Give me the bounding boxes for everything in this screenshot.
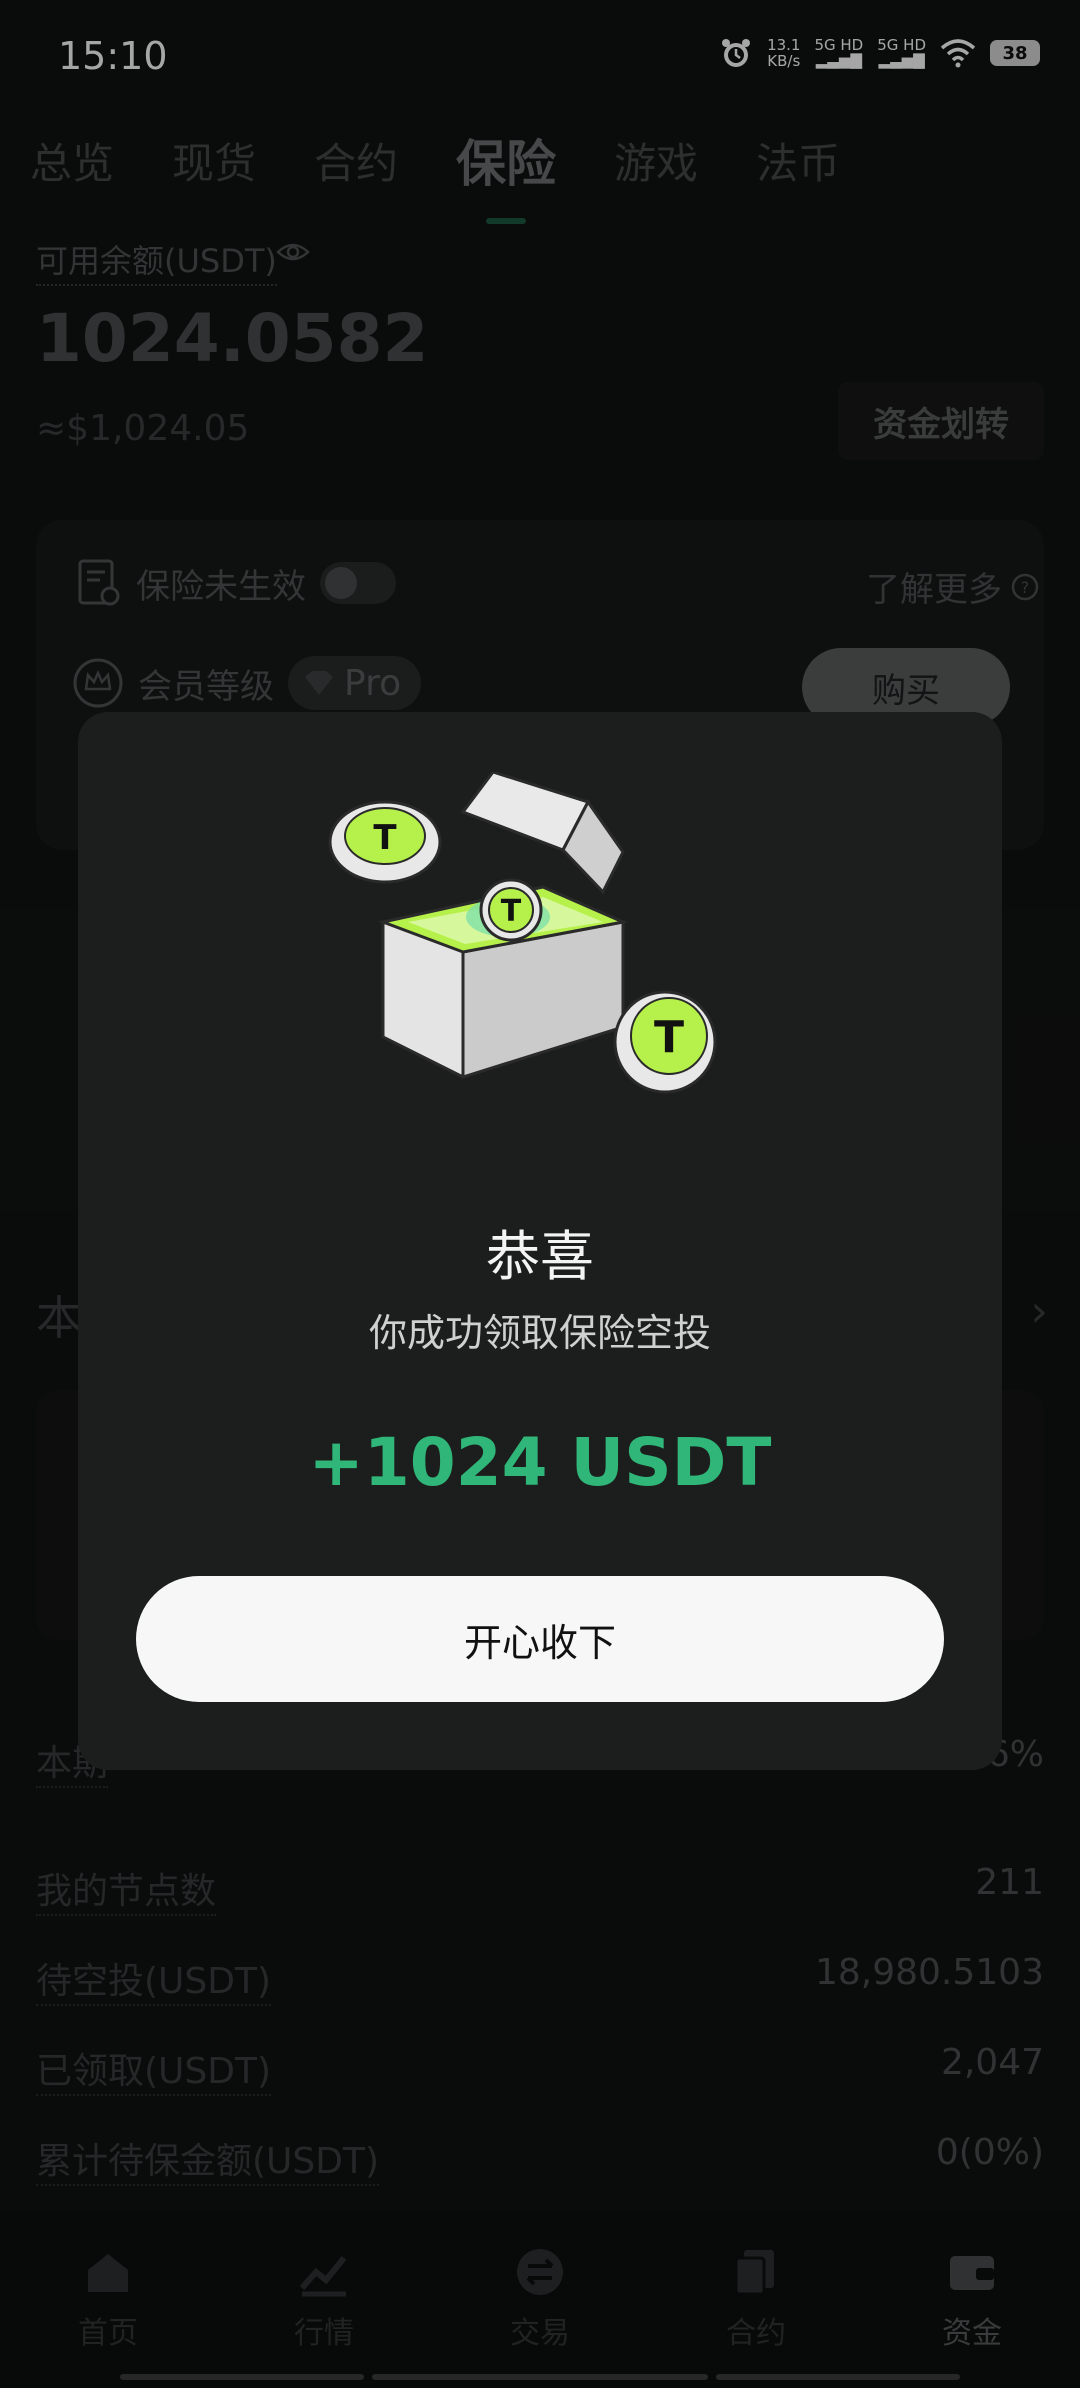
modal-title: 恭喜 xyxy=(486,1225,594,1288)
airdrop-amount: +1024 USDT xyxy=(308,1424,772,1501)
svg-text:T: T xyxy=(373,818,397,858)
treasure-box-illustration: T T T xyxy=(328,772,717,1094)
modal-subtitle: 你成功领取保险空投 xyxy=(368,1311,711,1355)
svg-text:T: T xyxy=(501,894,522,929)
confirm-button[interactable]: 开心收下 xyxy=(136,1576,944,1702)
svg-text:T: T xyxy=(654,1012,684,1063)
airdrop-success-modal: T T T 恭喜 你成功领取保险空投 +1024 USDT 开心收下 xyxy=(78,712,1002,1770)
